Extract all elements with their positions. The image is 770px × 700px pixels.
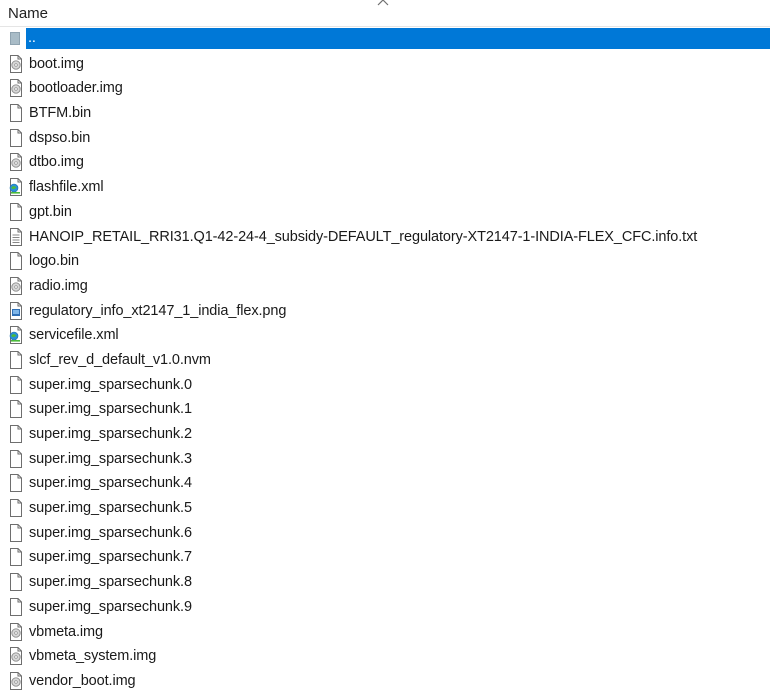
file-name-label: super.img_sparsechunk.5 (29, 500, 192, 517)
blank-file-icon (8, 474, 24, 493)
file-row[interactable]: super.img_sparsechunk.8 (0, 570, 770, 595)
file-row[interactable]: dtbo.img (0, 150, 770, 175)
file-name-label: vbmeta.img (29, 623, 103, 640)
file-name-label: dtbo.img (29, 154, 84, 171)
file-name-label: super.img_sparsechunk.8 (29, 574, 192, 591)
blank-file-icon (8, 449, 24, 468)
file-name-label: HANOIP_RETAIL_RRI31.Q1-42-24-4_subsidy-D… (29, 228, 698, 245)
file-name-label: flashfile.xml (29, 179, 104, 196)
blank-file-icon (8, 597, 24, 616)
file-name-label: vbmeta_system.img (29, 648, 157, 665)
xml-file-icon (8, 326, 24, 345)
file-name-label: super.img_sparsechunk.6 (29, 524, 192, 541)
blank-file-icon (8, 425, 24, 443)
blank-file-icon (8, 104, 24, 123)
xml-file-icon (8, 178, 24, 197)
file-name-label: BTFM.bin (29, 105, 92, 122)
file-row[interactable]: dspso.bin (0, 126, 770, 151)
file-name-label: super.img_sparsechunk.4 (29, 475, 192, 492)
file-row[interactable]: super.img_sparsechunk.5 (0, 496, 770, 521)
disc-image-icon (8, 276, 24, 295)
file-row[interactable]: slcf_rev_d_default_v1.0.nvm (0, 348, 770, 373)
blank-file-icon (8, 350, 24, 369)
file-name-label: super.img_sparsechunk.3 (29, 450, 192, 467)
disc-image-icon (8, 647, 24, 666)
file-name-label: bootloader.img (29, 80, 123, 97)
file-row[interactable]: super.img_sparsechunk.3 (0, 447, 770, 472)
file-name-label: super.img_sparsechunk.9 (29, 598, 192, 615)
column-header-bar: Name (0, 0, 770, 27)
file-name-label: super.img_sparsechunk.1 (29, 401, 192, 418)
parent-folder-row[interactable]: .. (0, 27, 770, 52)
text-file-icon (8, 227, 24, 246)
file-name-label: dspso.bin (29, 129, 91, 146)
file-row[interactable]: servicefile.xml (0, 323, 770, 348)
file-name-label: super.img_sparsechunk.0 (29, 376, 192, 393)
sort-ascending-icon[interactable] (377, 0, 389, 7)
file-row[interactable]: boot.img (0, 52, 770, 77)
file-name-label: .. (26, 28, 770, 49)
blank-file-icon (8, 202, 24, 221)
blank-file-icon (8, 128, 24, 147)
disc-image-icon (8, 671, 24, 690)
file-row[interactable]: radio.img (0, 274, 770, 299)
disc-image-icon (8, 54, 24, 73)
file-row[interactable]: vbmeta_system.img (0, 644, 770, 669)
file-list: .. boot.img bootloader.img BTFM.bin dsps… (0, 27, 770, 694)
disc-image-icon (8, 153, 24, 172)
file-row[interactable]: super.img_sparsechunk.9 (0, 595, 770, 620)
file-name-label: radio.img (29, 277, 88, 294)
file-row[interactable]: HANOIP_RETAIL_RRI31.Q1-42-24-4_subsidy-D… (0, 225, 770, 250)
blank-file-icon (8, 548, 24, 567)
file-row[interactable]: super.img_sparsechunk.4 (0, 471, 770, 496)
file-name-label: gpt.bin (29, 203, 72, 220)
file-row[interactable]: regulatory_info_xt2147_1_india_flex.png (0, 299, 770, 324)
file-name-label: regulatory_info_xt2147_1_india_flex.png (29, 302, 287, 319)
file-explorer-window: Name .. boot.img bootloader.img BTFM.bin… (0, 0, 770, 700)
folder-up-icon (8, 29, 24, 47)
file-name-label: logo.bin (29, 253, 79, 270)
file-row[interactable]: super.img_sparsechunk.1 (0, 397, 770, 422)
file-name-label: super.img_sparsechunk.2 (29, 426, 192, 442)
file-name-label: slcf_rev_d_default_v1.0.nvm (29, 351, 211, 368)
blank-file-icon (8, 400, 24, 419)
file-row[interactable]: super.img_sparsechunk.0 (0, 373, 770, 398)
file-name-label: super.img_sparsechunk.7 (29, 549, 192, 566)
file-row[interactable]: super.img_sparsechunk.7 (0, 545, 770, 570)
file-row[interactable]: vendor_boot.img (0, 669, 770, 694)
blank-file-icon (8, 523, 24, 542)
blank-file-icon (8, 499, 24, 518)
file-name-label: servicefile.xml (29, 327, 119, 344)
file-row[interactable]: logo.bin (0, 249, 770, 274)
disc-image-icon (8, 79, 24, 98)
blank-file-icon (8, 252, 24, 271)
file-row[interactable]: BTFM.bin (0, 101, 770, 126)
file-row[interactable]: gpt.bin (0, 200, 770, 225)
blank-file-icon (8, 573, 24, 592)
file-row[interactable]: super.img_sparsechunk.2 (0, 422, 770, 447)
image-file-icon (8, 301, 24, 320)
file-row[interactable]: bootloader.img (0, 76, 770, 101)
file-row[interactable]: super.img_sparsechunk.6 (0, 521, 770, 546)
blank-file-icon (8, 375, 24, 394)
file-row[interactable]: flashfile.xml (0, 175, 770, 200)
disc-image-icon (8, 622, 24, 641)
file-row[interactable]: vbmeta.img (0, 620, 770, 645)
file-name-label: boot.img (29, 55, 84, 72)
name-column-header[interactable]: Name (8, 5, 48, 23)
file-name-label: vendor_boot.img (29, 672, 136, 689)
